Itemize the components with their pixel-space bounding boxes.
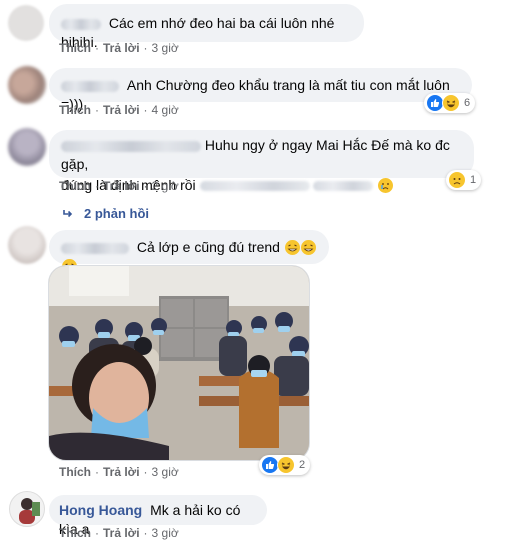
blurred-commenter-name <box>61 80 119 92</box>
like-action[interactable]: Thích <box>59 526 91 540</box>
reaction-count: 2 <box>299 459 306 471</box>
grin-sweat-emoji-icon <box>284 240 300 255</box>
blurred-commenter-name <box>61 140 201 152</box>
blurred-commenter-name <box>61 242 129 254</box>
reaction-summary-4[interactable]: 2 <box>259 455 311 475</box>
crying-emoji-icon <box>378 178 394 193</box>
like-action[interactable]: Thích <box>59 179 91 193</box>
reaction-summary-3[interactable]: 1 <box>446 170 482 190</box>
blurred-tag <box>199 181 310 192</box>
reply-action[interactable]: Trả lời <box>103 526 140 540</box>
haha-reaction-icon <box>442 94 460 112</box>
comment-actions-3: Thích · Trả lời · 2 giờ <box>59 179 179 193</box>
commenter-name[interactable]: Hong Hoang <box>59 502 142 518</box>
comment-time[interactable]: 3 giờ <box>152 465 179 479</box>
comment-actions-2: Thích · Trả lời · 4 giờ <box>59 103 179 117</box>
comment-bubble-1: Các em nhớ đeo hai ba cái luôn nhé hihih… <box>49 4 364 50</box>
commenter-avatar-1[interactable] <box>8 5 44 41</box>
commenter-avatar-4[interactable] <box>8 226 46 264</box>
sad-reaction-icon <box>448 171 466 189</box>
blurred-tag <box>313 181 374 192</box>
reaction-count: 1 <box>470 174 477 186</box>
comment-time[interactable]: 2 giờ <box>152 179 179 193</box>
grin-sweat-emoji-icon <box>300 240 316 255</box>
reply-action[interactable]: Trả lời <box>103 179 140 193</box>
comment-text-4: Cả lớp e cũng đú trend <box>136 239 280 255</box>
comment-actions-1: Thích · Trả lời · 3 giờ <box>59 41 179 55</box>
like-action[interactable]: Thích <box>59 465 91 479</box>
haha-reaction-icon <box>277 456 295 474</box>
like-action[interactable]: Thích <box>59 103 91 117</box>
reply-action[interactable]: Trả lời <box>103 41 140 55</box>
replies-count: 2 phản hồi <box>84 206 149 221</box>
like-action[interactable]: Thích <box>59 41 91 55</box>
reply-arrow-icon <box>63 209 73 217</box>
comment-bubble-5: Hong Hoang Mk a hải ko có kìa a <box>49 495 267 537</box>
commenter-avatar-3[interactable] <box>8 128 46 166</box>
reply-action[interactable]: Trả lời <box>103 103 140 117</box>
comment-bubble-3: Huhu ngy ở ngay Mai Hắc Đế mà ko đc gặp,… <box>49 130 474 193</box>
reaction-summary-2[interactable]: 6 <box>424 93 476 113</box>
blurred-commenter-name <box>61 18 101 30</box>
comment-actions-4: Thích · Trả lời · 3 giờ <box>59 465 179 479</box>
classroom-photo-image <box>49 266 309 460</box>
comment-time[interactable]: 3 giờ <box>152 526 179 540</box>
comment-bubble-4: Cả lớp e cũng đú trend <box>49 230 329 274</box>
comment-bubble-2: Anh Chường đeo khẩu trang là mất tiu con… <box>49 68 472 112</box>
comment-actions-5: Thích · Trả lời · 3 giờ <box>59 526 179 540</box>
reaction-count: 6 <box>464 97 471 109</box>
commenter-avatar-5[interactable] <box>9 491 45 527</box>
commenter-avatar-2[interactable] <box>8 66 46 104</box>
view-replies-link[interactable]: 2 phản hồi <box>62 206 149 221</box>
comment-time[interactable]: 4 giờ <box>152 103 179 117</box>
comment-time[interactable]: 3 giờ <box>152 41 179 55</box>
avatar-image <box>19 498 40 524</box>
classroom-photo[interactable] <box>48 265 310 461</box>
comment-line-1: Huhu ngy ở ngay Mai Hắc Đế mà ko đc gặp, <box>61 136 462 174</box>
reply-action[interactable]: Trả lời <box>103 465 140 479</box>
